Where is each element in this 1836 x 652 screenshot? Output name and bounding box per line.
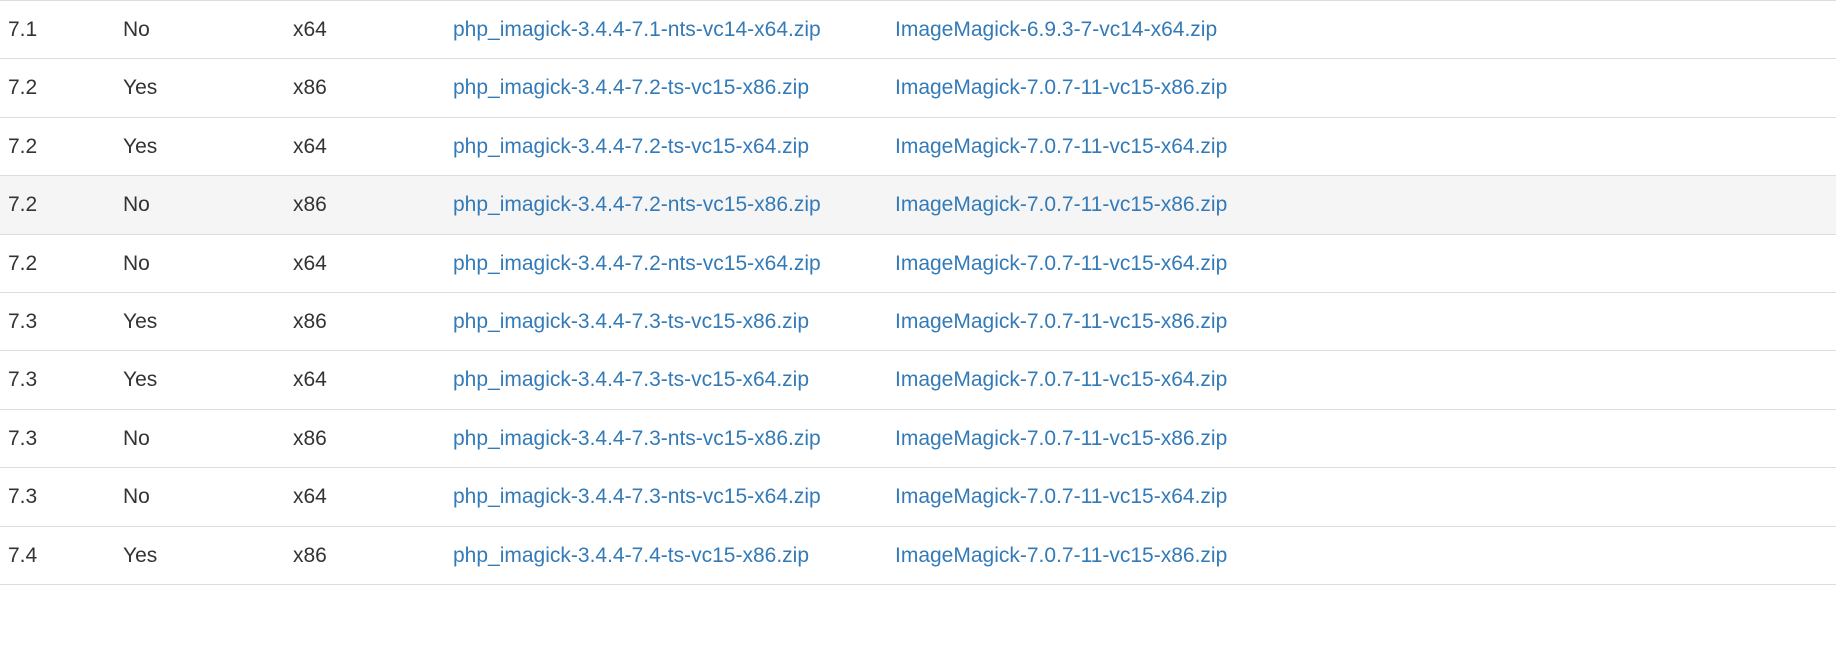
extension-download-link[interactable]: php_imagick-3.4.4-7.4-ts-vc15-x86.zip: [453, 544, 809, 567]
cell-thread-safe: Yes: [115, 59, 285, 117]
cell-extension: php_imagick-3.4.4-7.2-ts-vc15-x86.zip: [445, 59, 887, 117]
imagemagick-download-link[interactable]: ImageMagick-7.0.7-11-vc15-x86.zip: [895, 427, 1227, 450]
cell-thread-safe: No: [115, 176, 285, 234]
table-row: 7.2Yesx64 php_imagick-3.4.4-7.2-ts-vc15-x…: [0, 117, 1836, 175]
extension-download-link[interactable]: php_imagick-3.4.4-7.1-nts-vc14-x64.zip: [453, 18, 821, 41]
cell-arch: x86: [285, 409, 445, 467]
extension-download-link[interactable]: php_imagick-3.4.4-7.2-nts-vc15-x64.zip: [453, 252, 821, 275]
extension-download-link[interactable]: php_imagick-3.4.4-7.2-nts-vc15-x86.zip: [453, 193, 821, 216]
cell-version: 7.1: [0, 1, 115, 59]
cell-imagemagick: ImageMagick-7.0.7-11-vc15-x64.zip: [887, 234, 1836, 292]
extension-download-link[interactable]: php_imagick-3.4.4-7.3-ts-vc15-x86.zip: [453, 310, 809, 333]
downloads-table: 7.1Nox64php_imagick-3.4.4-7.1-nts-vc14-x…: [0, 0, 1836, 585]
cell-version: 7.3: [0, 468, 115, 526]
cell-version: 7.3: [0, 351, 115, 409]
table-row: 7.2Nox64 php_imagick-3.4.4-7.2-nts-vc15-x…: [0, 234, 1836, 292]
cell-arch: x64: [285, 351, 445, 409]
imagemagick-download-link[interactable]: ImageMagick-7.0.7-11-vc15-x64.zip: [895, 485, 1227, 508]
extension-download-link[interactable]: php_imagick-3.4.4-7.3-ts-vc15-x64.zip: [453, 368, 809, 391]
cell-arch: x86: [285, 292, 445, 350]
cell-extension: php_imagick-3.4.4-7.4-ts-vc15-x86.zip: [445, 526, 887, 584]
cell-extension: php_imagick-3.4.4-7.3-ts-vc15-x64.zip: [445, 351, 887, 409]
cell-imagemagick: ImageMagick-7.0.7-11-vc15-x64.zip: [887, 468, 1836, 526]
imagemagick-download-link[interactable]: ImageMagick-7.0.7-11-vc15-x86.zip: [895, 310, 1227, 333]
imagemagick-download-link[interactable]: ImageMagick-7.0.7-11-vc15-x86.zip: [895, 193, 1227, 216]
cell-thread-safe: Yes: [115, 351, 285, 409]
cell-thread-safe: No: [115, 468, 285, 526]
imagemagick-download-link[interactable]: ImageMagick-7.0.7-11-vc15-x86.zip: [895, 544, 1227, 567]
extension-download-link[interactable]: php_imagick-3.4.4-7.2-ts-vc15-x86.zip: [453, 76, 809, 99]
table-row: 7.2Yesx86 php_imagick-3.4.4-7.2-ts-vc15-x…: [0, 59, 1836, 117]
table-row: 7.3Nox86 php_imagick-3.4.4-7.3-nts-vc15-x…: [0, 409, 1836, 467]
extension-download-link[interactable]: php_imagick-3.4.4-7.3-nts-vc15-x86.zip: [453, 427, 821, 450]
cell-extension: php_imagick-3.4.4-7.3-nts-vc15-x64.zip: [445, 468, 887, 526]
cell-arch: x64: [285, 117, 445, 175]
cell-imagemagick: ImageMagick-7.0.7-11-vc15-x86.zip: [887, 59, 1836, 117]
cell-arch: x64: [285, 234, 445, 292]
cell-imagemagick: ImageMagick-7.0.7-11-vc15-x86.zip: [887, 526, 1836, 584]
cell-imagemagick: ImageMagick-7.0.7-11-vc15-x86.zip: [887, 176, 1836, 234]
cell-extension: php_imagick-3.4.4-7.2-nts-vc15-x64.zip: [445, 234, 887, 292]
imagemagick-download-link[interactable]: ImageMagick-7.0.7-11-vc15-x64.zip: [895, 252, 1227, 275]
cell-imagemagick: ImageMagick-7.0.7-11-vc15-x64.zip: [887, 351, 1836, 409]
cell-version: 7.3: [0, 292, 115, 350]
table-row: 7.2Nox86 php_imagick-3.4.4-7.2-nts-vc15-x…: [0, 176, 1836, 234]
imagemagick-download-link[interactable]: ImageMagick-6.9.3-7-vc14-x64.zip: [895, 18, 1217, 41]
cell-version: 7.3: [0, 409, 115, 467]
table-row: 7.3Yesx64 php_imagick-3.4.4-7.3-ts-vc15-x…: [0, 351, 1836, 409]
cell-version: 7.2: [0, 59, 115, 117]
cell-thread-safe: Yes: [115, 117, 285, 175]
cell-imagemagick: ImageMagick-7.0.7-11-vc15-x86.zip: [887, 292, 1836, 350]
cell-extension: php_imagick-3.4.4-7.2-nts-vc15-x86.zip: [445, 176, 887, 234]
table-row: 7.4Yesx86 php_imagick-3.4.4-7.4-ts-vc15-x…: [0, 526, 1836, 584]
cell-thread-safe: No: [115, 1, 285, 59]
cell-arch: x64: [285, 468, 445, 526]
cell-extension: php_imagick-3.4.4-7.3-nts-vc15-x86.zip: [445, 409, 887, 467]
cell-version: 7.2: [0, 117, 115, 175]
cell-arch: x86: [285, 526, 445, 584]
cell-arch: x64: [285, 1, 445, 59]
cell-imagemagick: ImageMagick-7.0.7-11-vc15-x86.zip: [887, 409, 1836, 467]
cell-version: 7.2: [0, 176, 115, 234]
cell-imagemagick: ImageMagick-7.0.7-11-vc15-x64.zip: [887, 117, 1836, 175]
table-row: 7.3Nox64 php_imagick-3.4.4-7.3-nts-vc15-x…: [0, 468, 1836, 526]
cell-extension: php_imagick-3.4.4-7.2-ts-vc15-x64.zip: [445, 117, 887, 175]
imagemagick-download-link[interactable]: ImageMagick-7.0.7-11-vc15-x64.zip: [895, 135, 1227, 158]
cell-thread-safe: No: [115, 409, 285, 467]
cell-arch: x86: [285, 176, 445, 234]
cell-version: 7.4: [0, 526, 115, 584]
table-row: 7.3Yesx86 php_imagick-3.4.4-7.3-ts-vc15-x…: [0, 292, 1836, 350]
imagemagick-download-link[interactable]: ImageMagick-7.0.7-11-vc15-x86.zip: [895, 76, 1227, 99]
extension-download-link[interactable]: php_imagick-3.4.4-7.3-nts-vc15-x64.zip: [453, 485, 821, 508]
cell-thread-safe: Yes: [115, 292, 285, 350]
imagemagick-download-link[interactable]: ImageMagick-7.0.7-11-vc15-x64.zip: [895, 368, 1227, 391]
cell-extension: php_imagick-3.4.4-7.1-nts-vc14-x64.zip: [445, 1, 887, 59]
table-row: 7.1Nox64 php_imagick-3.4.4-7.1-nts-vc14-x…: [0, 1, 1836, 59]
cell-thread-safe: No: [115, 234, 285, 292]
extension-download-link[interactable]: php_imagick-3.4.4-7.2-ts-vc15-x64.zip: [453, 135, 809, 158]
cell-extension: php_imagick-3.4.4-7.3-ts-vc15-x86.zip: [445, 292, 887, 350]
cell-thread-safe: Yes: [115, 526, 285, 584]
cell-version: 7.2: [0, 234, 115, 292]
cell-arch: x86: [285, 59, 445, 117]
cell-imagemagick: ImageMagick-6.9.3-7-vc14-x64.zip: [887, 1, 1836, 59]
